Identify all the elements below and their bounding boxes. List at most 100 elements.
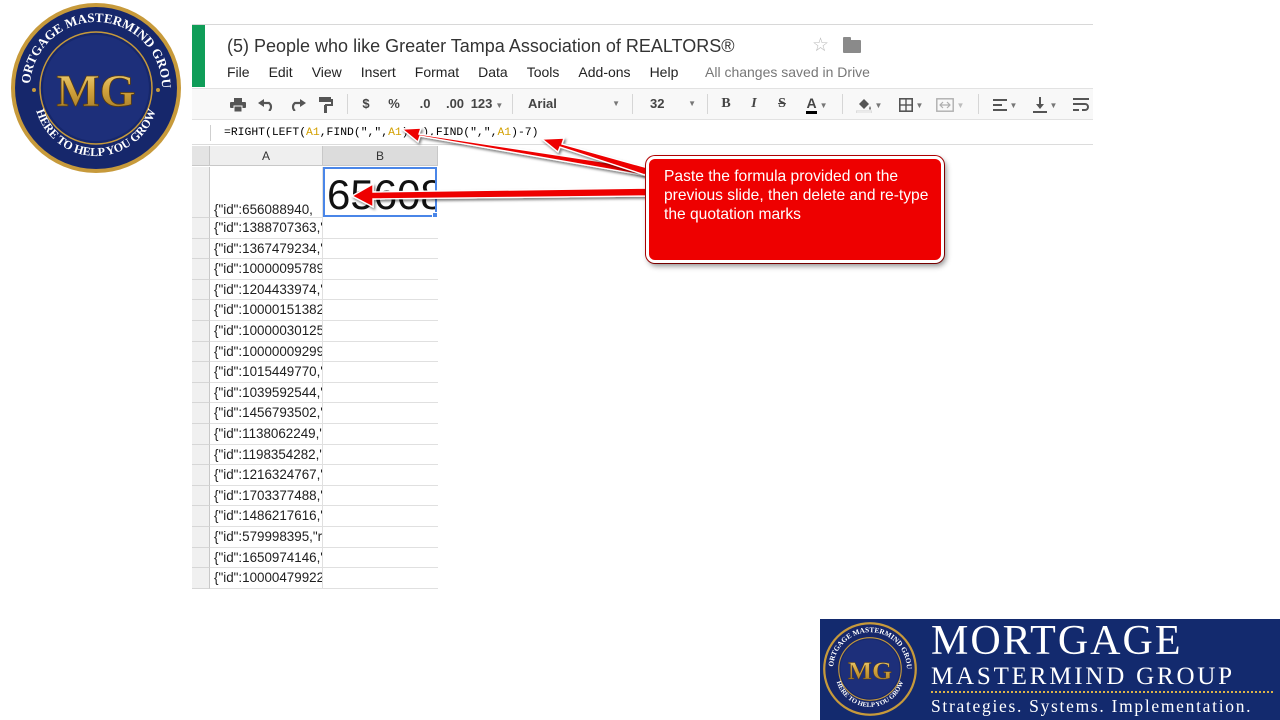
cell-a[interactable]: {"id":100004799224294,"rank":19,": [210, 568, 323, 589]
cell-b[interactable]: [323, 280, 438, 301]
menu-tools[interactable]: Tools: [527, 64, 560, 80]
menu-edit[interactable]: Edit: [269, 64, 293, 80]
row-header[interactable]: [192, 527, 210, 548]
cell-a[interactable]: {"id":1015449770,"rank":9,"abtest_: [210, 362, 323, 383]
cell-b[interactable]: [323, 239, 438, 260]
row-header[interactable]: [192, 465, 210, 486]
cell-a[interactable]: {"id":579998395,"rank":17,"abtest_: [210, 527, 323, 548]
cell-b[interactable]: [323, 568, 438, 589]
cell-a[interactable]: {"id":1204433974,"rank":5,"abtest_: [210, 279, 323, 301]
mortgage-mastermind-logo: MORTGAGE MASTERMIND GROUP HERE TO HELP Y…: [10, 2, 181, 173]
cell-b[interactable]: [323, 342, 438, 363]
row-header[interactable]: [192, 382, 210, 404]
cell-a[interactable]: {"id":100000092991722,"rank":8,"a: [210, 341, 323, 363]
text-color-button[interactable]: A ▼: [800, 89, 834, 119]
menu-help[interactable]: Help: [650, 64, 679, 80]
increase-decimal-button[interactable]: .00: [442, 89, 468, 119]
cell-b[interactable]: [323, 218, 438, 239]
row-header[interactable]: [192, 321, 210, 342]
cell-b[interactable]: [323, 506, 438, 527]
selected-cell-b1[interactable]: 656088940: [323, 167, 437, 217]
undo-icon[interactable]: [256, 89, 278, 119]
borders-button[interactable]: ▼: [894, 89, 928, 119]
text-wrapping-button[interactable]: [1070, 89, 1092, 119]
row-header[interactable]: [192, 547, 210, 569]
italic-button[interactable]: I: [746, 89, 762, 119]
cell-b[interactable]: [323, 527, 438, 548]
cell-b[interactable]: [323, 259, 438, 280]
cell-a[interactable]: {"id":1456793502,"rank":11,"abtest: [210, 403, 323, 424]
cell-a[interactable]: {"id":1138062249,"rank":12,"abtest: [210, 424, 323, 445]
formula-input[interactable]: =RIGHT(LEFT(A1,FIND(",",A1)-1),FIND(",",…: [224, 127, 538, 139]
currency-format-button[interactable]: $: [358, 89, 374, 119]
folder-icon[interactable]: [843, 37, 861, 53]
column-header-a[interactable]: A: [210, 146, 323, 166]
cell-a[interactable]: {"id":1703377488,"rank":15,"abtest: [210, 485, 323, 507]
select-all-corner[interactable]: [192, 146, 210, 166]
font-size-dropdown[interactable]: 32 ▼: [644, 89, 696, 119]
cell-a[interactable]: {"id":100000957898447,"rank":4,"a: [210, 259, 323, 280]
cell-b[interactable]: [323, 465, 438, 486]
logo-monogram: MG: [56, 65, 135, 116]
menu-format[interactable]: Format: [415, 64, 459, 80]
cell-b[interactable]: [323, 548, 438, 569]
cell-a[interactable]: {"id":1486217616,"rank":16,"abtest: [210, 506, 323, 527]
menu-file[interactable]: File: [227, 64, 250, 80]
cell-a[interactable]: {"id":1367479234,"rank":3,"abtest_: [210, 238, 323, 260]
column-header-b[interactable]: B: [323, 146, 438, 166]
star-icon[interactable]: ☆: [812, 34, 829, 57]
merge-cells-button[interactable]: ▼: [932, 89, 968, 119]
cell-b[interactable]: [323, 362, 438, 383]
row-header[interactable]: [192, 568, 210, 589]
more-formats-dropdown[interactable]: 123 ▼: [470, 89, 504, 119]
bold-button[interactable]: B: [718, 89, 734, 119]
cell-a[interactable]: {"id":100001513824972,"rank":6,"a: [210, 300, 323, 321]
percent-format-button[interactable]: %: [386, 89, 402, 119]
cell-b[interactable]: [323, 383, 438, 404]
brand-banner: MORTGAGE MASTERMIND GROUP HERE TO HELP Y…: [820, 619, 1280, 720]
cell-a[interactable]: {"id":1198354282,"rank":13,"abtest: [210, 444, 323, 466]
cell-a[interactable]: {"id":1216324767,"rank":14,"abtest: [210, 465, 323, 486]
menu-data[interactable]: Data: [478, 64, 508, 80]
row-header[interactable]: [192, 300, 210, 321]
row-header[interactable]: [192, 238, 210, 260]
vertical-align-button[interactable]: ▼: [1028, 89, 1062, 119]
cell-a[interactable]: {"id":1650974146,"rank":18,"abtest: [210, 547, 323, 569]
cell-b[interactable]: [323, 403, 438, 424]
font-family-dropdown[interactable]: Arial ▼: [522, 89, 622, 119]
row-header[interactable]: [192, 218, 210, 239]
row-header[interactable]: [192, 506, 210, 527]
cell-b[interactable]: [323, 321, 438, 342]
cell-a[interactable]: {"id":1039592544,"rank":10,"abtest: [210, 382, 323, 404]
cell-b[interactable]: [323, 300, 438, 321]
strikethrough-button[interactable]: S: [774, 89, 790, 119]
row-header[interactable]: [192, 279, 210, 301]
row-header[interactable]: [192, 403, 210, 424]
document-title[interactable]: (5) People who like Greater Tampa Associ…: [227, 36, 735, 57]
menu-view[interactable]: View: [312, 64, 342, 80]
row-header[interactable]: [192, 444, 210, 466]
row-header[interactable]: [192, 362, 210, 383]
decrease-decimal-button[interactable]: .0: [414, 89, 436, 119]
cell-b[interactable]: [323, 445, 438, 466]
row-header[interactable]: [192, 424, 210, 445]
fill-handle[interactable]: [432, 212, 438, 218]
row-header[interactable]: [192, 341, 210, 363]
save-status[interactable]: All changes saved in Drive: [705, 64, 870, 80]
cell-a[interactable]: {"id":100000301253518,"rank":7,"a: [210, 321, 323, 342]
cell-a[interactable]: {"id":656088940,: [210, 167, 323, 218]
redo-icon[interactable]: [286, 89, 308, 119]
cell-b[interactable]: [323, 424, 438, 445]
cell-a[interactable]: {"id":1388707363,"rank":2,"abtest_: [210, 218, 323, 239]
row-header[interactable]: [192, 167, 210, 218]
fill-color-button[interactable]: ▼: [852, 89, 886, 119]
horizontal-align-button[interactable]: ▼: [988, 89, 1022, 119]
menu-insert[interactable]: Insert: [361, 64, 396, 80]
print-icon[interactable]: [228, 89, 248, 119]
formula-bar[interactable]: =RIGHT(LEFT(A1,FIND(",",A1)-1),FIND(",",…: [192, 121, 1093, 145]
row-header[interactable]: [192, 485, 210, 507]
paint-format-icon[interactable]: [316, 89, 336, 119]
menu-add-ons[interactable]: Add-ons: [578, 64, 630, 80]
cell-b[interactable]: [323, 486, 438, 507]
row-header[interactable]: [192, 259, 210, 280]
